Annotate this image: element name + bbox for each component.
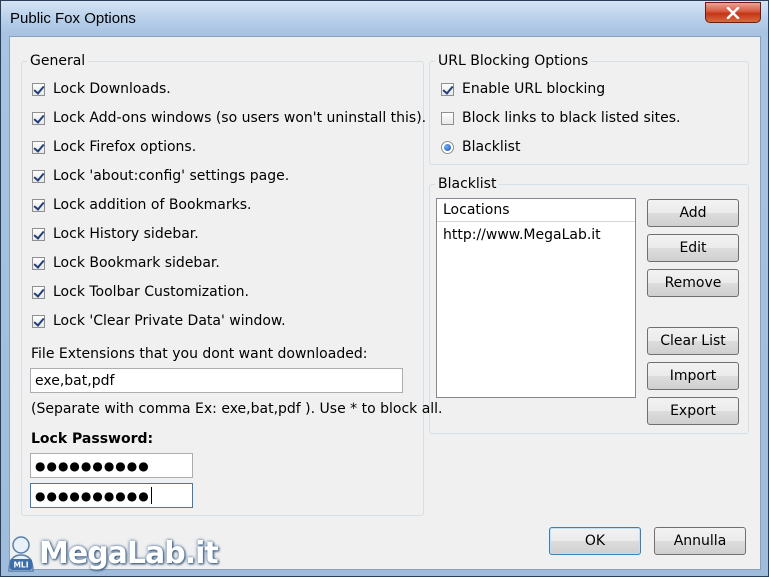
cancel-button[interactable]: Annulla [654,527,746,555]
option-lock-bookmarks-add[interactable]: Lock addition of Bookmarks. [32,197,252,213]
cancel-button-label: Annulla [673,533,727,549]
lock-bookmark-sidebar-label: Lock Bookmark sidebar. [53,255,220,271]
option-enable-url-blocking[interactable]: Enable URL blocking [441,81,605,97]
options-window: Public Fox Options General Lock Download… [0,0,769,577]
lock-firefox-options-checkbox[interactable] [32,140,45,154]
ok-button-label: OK [584,533,606,549]
blacklist-radio-label: Blacklist [462,139,521,155]
option-blacklist-radio[interactable]: Blacklist [441,139,520,155]
import-button[interactable]: Import [647,362,739,390]
dialog-content: General Lock Downloads. Lock Add-ons win… [9,36,761,570]
megalab-watermark: MLI MegaLab.it [3,533,219,573]
enable-url-blocking-label: Enable URL blocking [462,81,606,97]
list-item[interactable]: http://www.MegaLab.it [443,227,601,243]
lock-about-config-checkbox[interactable] [32,169,45,183]
megalab-logo-text: MegaLab.it [39,535,219,571]
blacklist-legend: Blacklist [438,176,497,192]
clear-list-button[interactable]: Clear List [647,327,739,355]
window-title: Public Fox Options [10,10,136,27]
export-button[interactable]: Export [647,397,739,425]
locations-header-text: Locations [443,202,510,218]
lock-clear-private-checkbox[interactable] [32,314,45,328]
option-lock-firefox-options[interactable]: Lock Firefox options. [32,139,196,155]
close-icon [726,6,740,19]
extensions-label-text: File Extensions that you dont want downl… [31,346,368,362]
lock-clear-private-label: Lock 'Clear Private Data' window. [53,313,286,329]
import-button-label: Import [669,368,717,384]
option-lock-bookmark-sidebar[interactable]: Lock Bookmark sidebar. [32,255,220,271]
ok-button[interactable]: OK [549,527,641,555]
lock-history-sidebar-label: Lock History sidebar. [53,226,199,242]
remove-button[interactable]: Remove [647,269,739,297]
lock-toolbar-checkbox[interactable] [32,285,45,299]
blacklist-listbox[interactable]: Locations http://www.MegaLab.it [436,198,636,398]
lock-firefox-options-label: Lock Firefox options. [53,139,197,155]
clear-list-button-label: Clear List [660,333,726,349]
lock-history-sidebar-checkbox[interactable] [32,227,45,241]
option-lock-clear-private[interactable]: Lock 'Clear Private Data' window. [32,313,286,329]
remove-button-label: Remove [664,275,722,291]
extensions-input-value: exe,bat,pdf [35,372,115,389]
password-input[interactable]: ●●●●●●●●●● [30,453,193,478]
url-blocking-legend: URL Blocking Options [438,53,589,69]
list-item-text: http://www.MegaLab.it [443,227,601,243]
option-lock-history-sidebar[interactable]: Lock History sidebar. [32,226,199,242]
option-lock-addons[interactable]: Lock Add-ons windows (so users won't uni… [32,110,426,126]
lock-bookmarks-add-checkbox[interactable] [32,198,45,212]
enable-url-blocking-checkbox[interactable] [441,82,454,96]
edit-button-label: Edit [679,240,707,256]
locations-column-header[interactable]: Locations [437,199,635,222]
lock-about-config-label: Lock 'about:config' settings page. [53,168,290,184]
password-label-text: Lock Password: [31,431,154,447]
extensions-input[interactable]: exe,bat,pdf [30,368,403,393]
password-label: Lock Password: [31,431,153,447]
block-links-label: Block links to black listed sites. [462,110,681,126]
option-lock-downloads[interactable]: Lock Downloads. [32,81,171,97]
svg-text:MLI: MLI [13,561,28,570]
close-button[interactable] [705,2,761,23]
lock-bookmark-sidebar-checkbox[interactable] [32,256,45,270]
general-legend: General [30,53,86,69]
lock-bookmarks-add-label: Lock addition of Bookmarks. [53,197,252,213]
blacklist-radio[interactable] [441,140,454,154]
lock-downloads-label: Lock Downloads. [53,81,171,97]
megalab-badge-icon: MLI [8,536,34,572]
export-button-label: Export [670,403,716,419]
lock-addons-label: Lock Add-ons windows (so users won't uni… [53,110,427,126]
option-block-links[interactable]: Block links to black listed sites. [441,110,680,126]
password-confirm-value: ●●●●●●●●●● [35,488,150,503]
password-input-value: ●●●●●●●●●● [35,458,150,473]
option-lock-toolbar[interactable]: Lock Toolbar Customization. [32,284,249,300]
password-confirm-input[interactable]: ●●●●●●●●●● [30,483,193,508]
lock-addons-checkbox[interactable] [32,111,45,125]
option-lock-about-config[interactable]: Lock 'about:config' settings page. [32,168,289,184]
extensions-hint: (Separate with comma Ex: exe,bat,pdf ). … [31,401,443,417]
lock-toolbar-label: Lock Toolbar Customization. [53,284,249,300]
edit-button[interactable]: Edit [647,234,739,262]
block-links-checkbox[interactable] [441,111,454,125]
title-bar[interactable]: Public Fox Options [1,1,768,35]
add-button[interactable]: Add [647,199,739,227]
lock-downloads-checkbox[interactable] [32,82,45,96]
add-button-label: Add [679,205,707,221]
text-caret [150,487,152,504]
extensions-hint-text: (Separate with comma Ex: exe,bat,pdf ). … [31,401,443,417]
extensions-label: File Extensions that you dont want downl… [31,346,367,362]
